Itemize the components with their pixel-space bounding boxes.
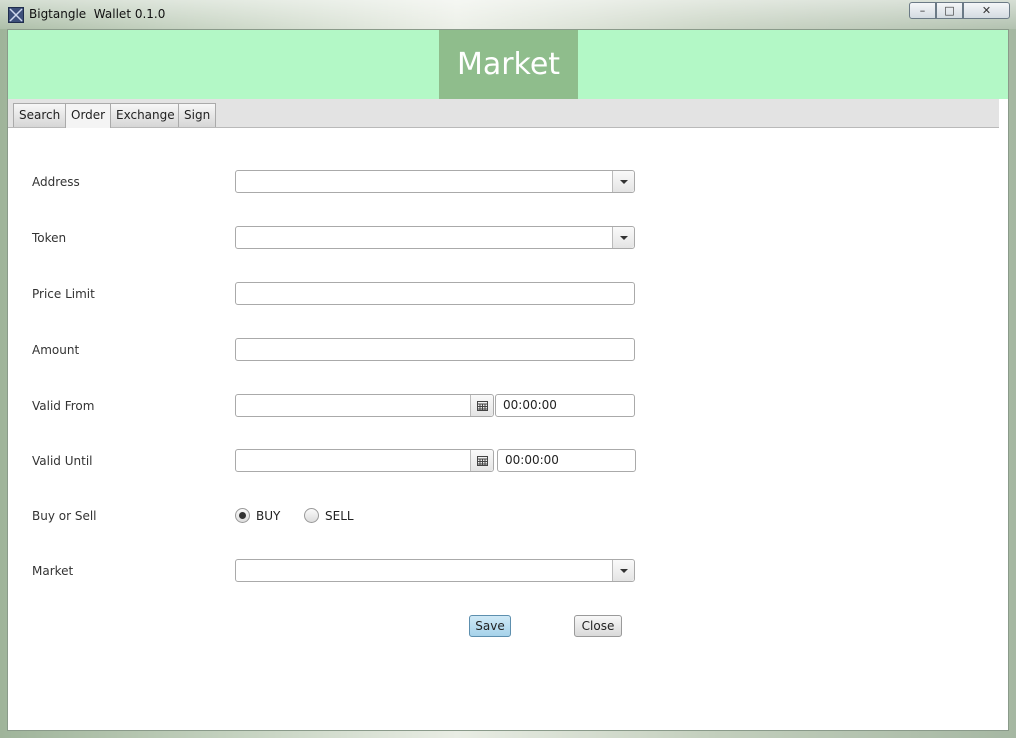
sell-radio-option[interactable]: SELL xyxy=(304,508,354,523)
price-limit-input[interactable] xyxy=(235,282,635,305)
header-bar: Market xyxy=(8,30,1008,99)
tab-order[interactable]: Order xyxy=(65,103,112,128)
tab-exchange[interactable]: Exchange xyxy=(110,103,181,127)
maximize-button[interactable]: □ xyxy=(936,2,963,19)
price-limit-label: Price Limit xyxy=(32,287,95,301)
tab-sign[interactable]: Sign xyxy=(178,103,217,127)
buy-radio-option[interactable]: BUY xyxy=(235,508,280,523)
market-combobox[interactable] xyxy=(235,559,635,582)
chevron-down-icon[interactable] xyxy=(612,227,634,248)
minimize-icon: – xyxy=(919,4,926,17)
maximize-icon: □ xyxy=(944,4,955,17)
page-title: Market xyxy=(439,30,578,99)
valid-until-label: Valid Until xyxy=(32,454,93,468)
valid-until-date-picker[interactable] xyxy=(235,449,494,472)
calendar-icon[interactable] xyxy=(470,395,493,416)
close-icon: ✕ xyxy=(981,4,992,17)
close-window-button[interactable]: ✕ xyxy=(963,2,1010,19)
tab-search[interactable]: Search xyxy=(13,103,67,127)
save-button[interactable]: Save xyxy=(469,615,511,637)
app-logo-icon xyxy=(8,7,24,23)
chevron-down-icon[interactable] xyxy=(612,560,634,581)
tab-bar: Search Order Exchange Sign xyxy=(8,99,999,128)
address-combobox[interactable] xyxy=(235,170,635,193)
market-label: Market xyxy=(32,564,74,578)
buy-or-sell-label: Buy or Sell xyxy=(32,509,97,523)
radio-selected-dot xyxy=(239,512,246,519)
amount-label: Amount xyxy=(32,343,80,357)
valid-from-label: Valid From xyxy=(32,399,95,413)
address-label: Address xyxy=(32,175,80,189)
calendar-icon[interactable] xyxy=(470,450,493,471)
valid-until-time-input[interactable]: 00:00:00 xyxy=(497,449,636,472)
token-label: Token xyxy=(32,231,67,245)
sell-radio-label: SELL xyxy=(325,508,354,523)
buy-radio[interactable] xyxy=(235,508,250,523)
window-title: Bigtangle Wallet 0.1.0 xyxy=(29,7,166,21)
valid-from-time-input[interactable]: 00:00:00 xyxy=(495,394,635,417)
amount-input[interactable] xyxy=(235,338,635,361)
buy-radio-label: BUY xyxy=(256,508,281,523)
window-client-area: Market Search Order Exchange Sign Addres… xyxy=(7,29,1009,731)
window-controls: – □ ✕ xyxy=(909,2,1010,19)
valid-from-date-picker[interactable] xyxy=(235,394,494,417)
close-button[interactable]: Close xyxy=(574,615,622,637)
sell-radio[interactable] xyxy=(304,508,319,523)
chevron-down-icon[interactable] xyxy=(612,171,634,192)
window-titlebar[interactable]: Bigtangle Wallet 0.1.0 – □ ✕ xyxy=(0,0,1016,29)
token-combobox[interactable] xyxy=(235,226,635,249)
minimize-button[interactable]: – xyxy=(909,2,936,19)
